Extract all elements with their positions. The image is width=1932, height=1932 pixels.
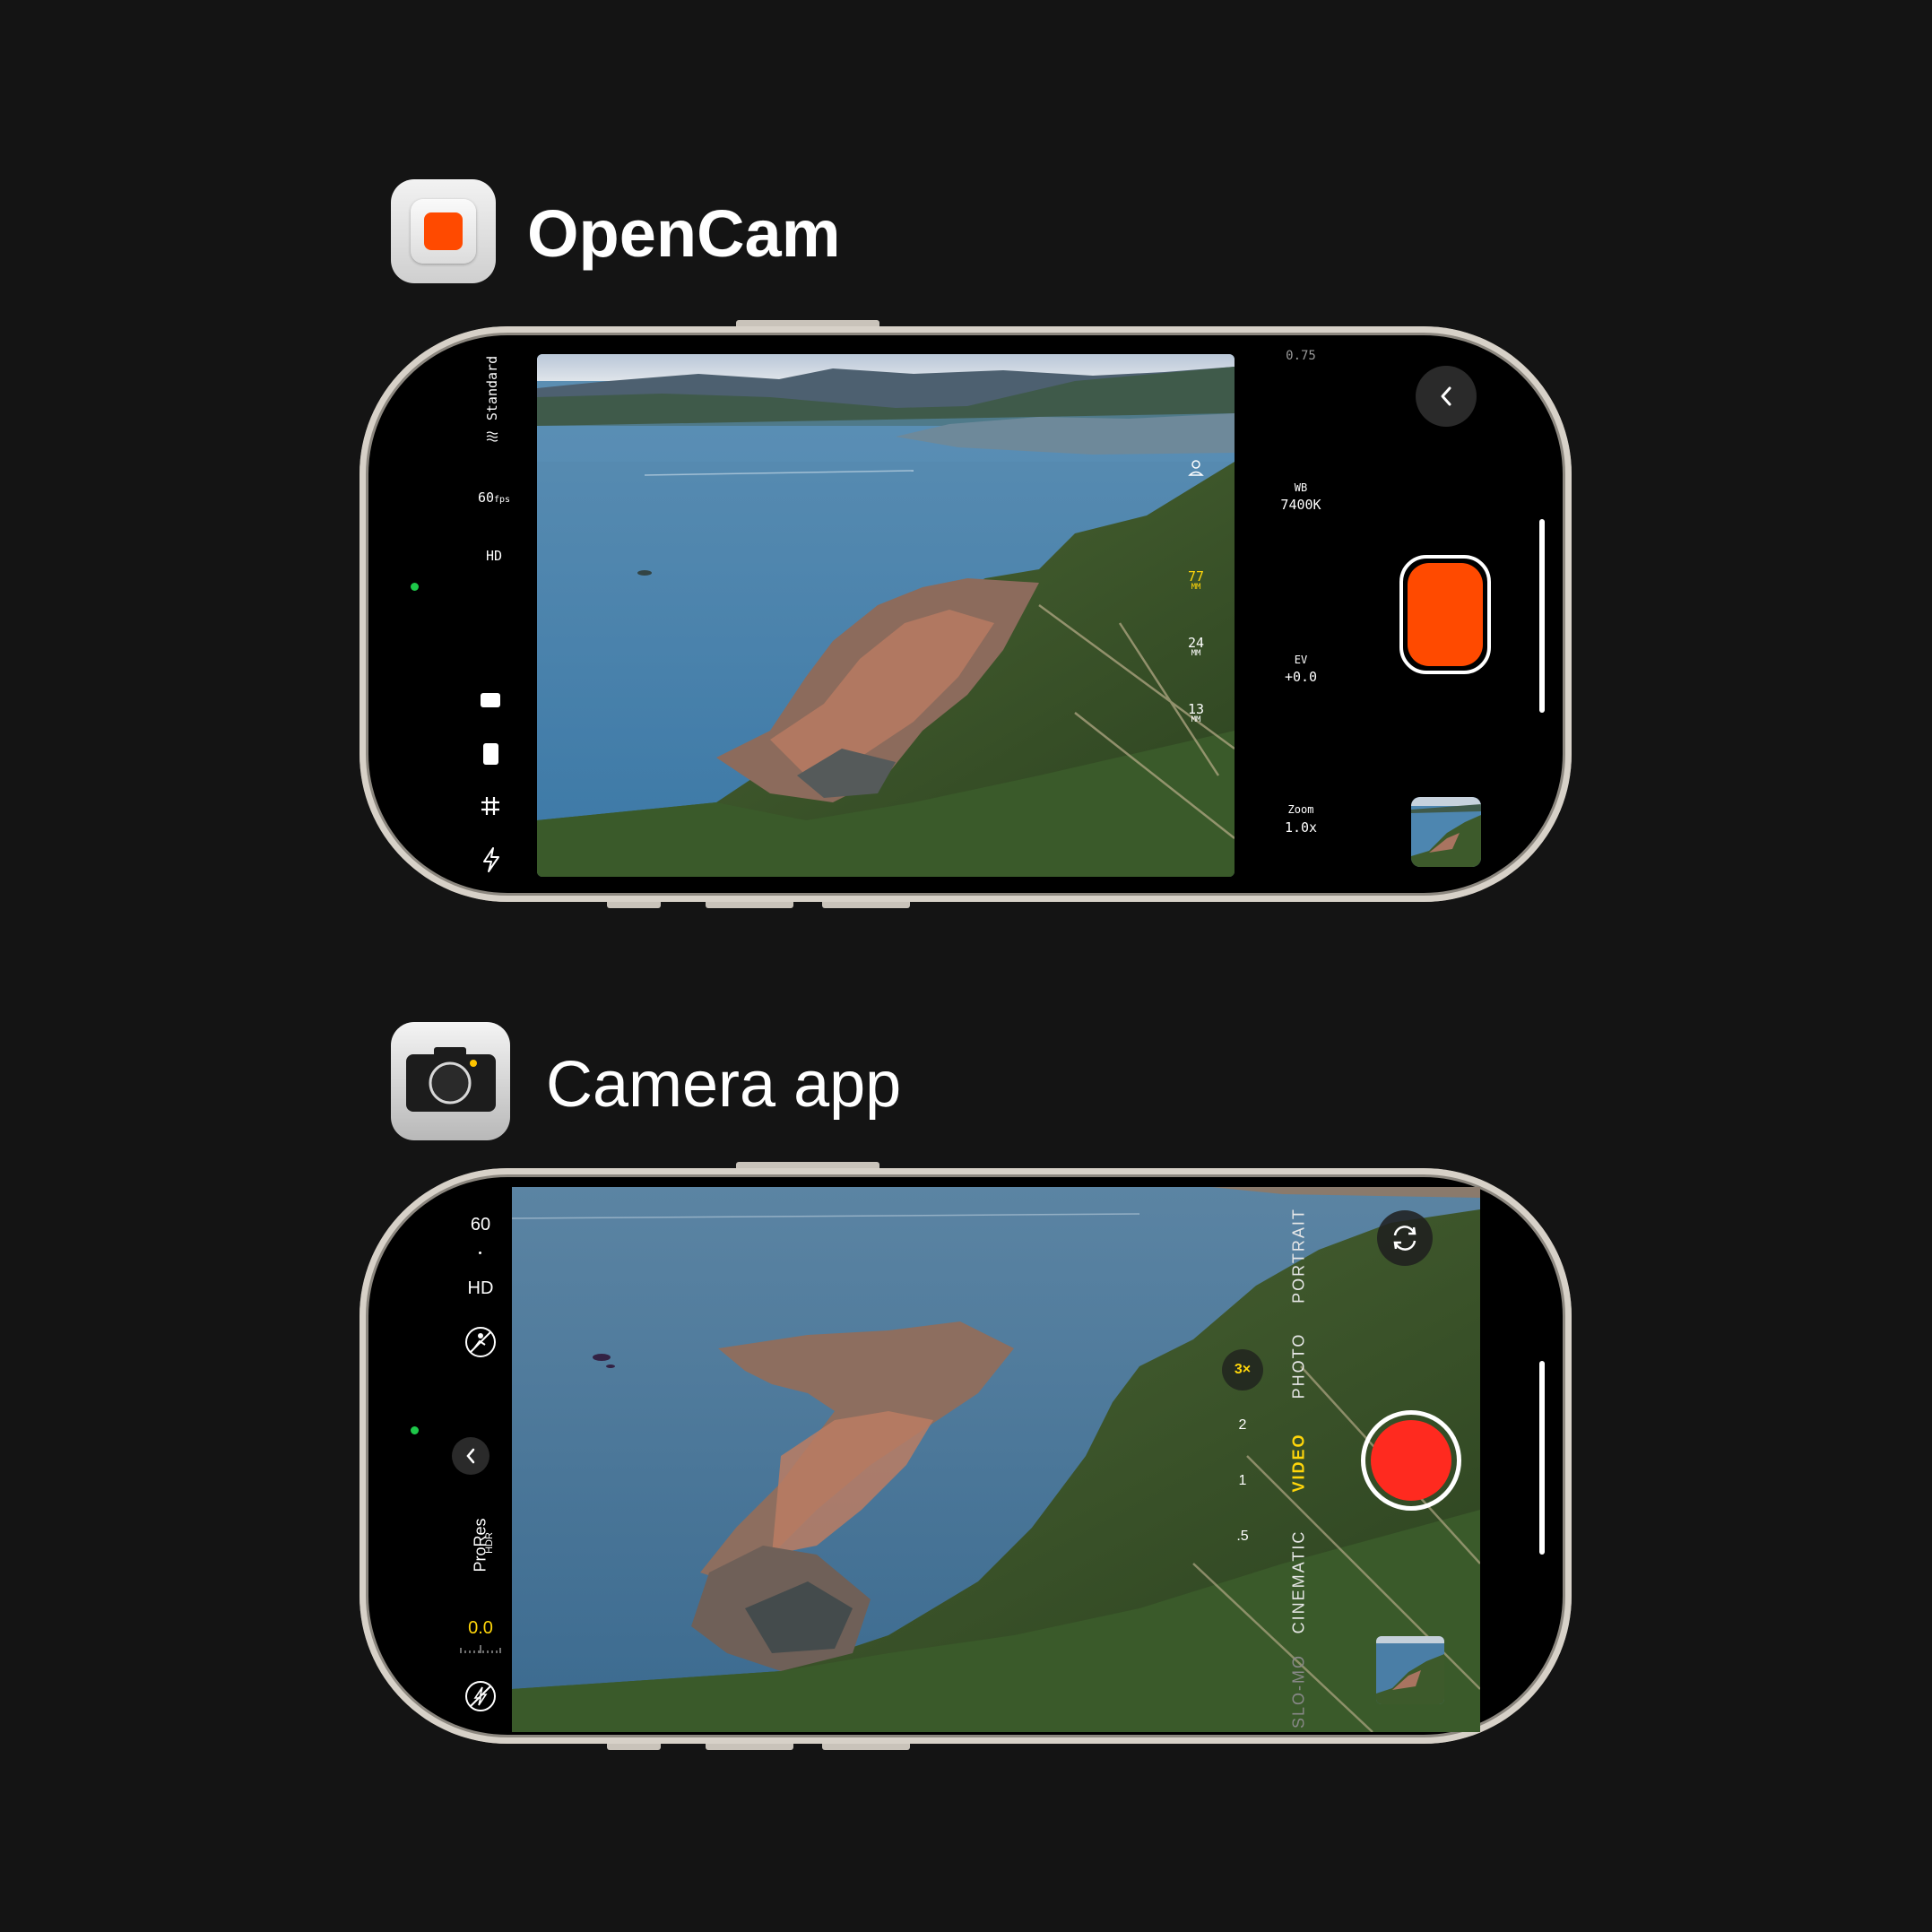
zoom-control[interactable]: Zoom 1.0x bbox=[1265, 801, 1337, 838]
last-photo-thumbnail[interactable] bbox=[1411, 797, 1481, 867]
chevron-left-icon bbox=[466, 1448, 475, 1464]
separator-dot bbox=[479, 1252, 481, 1254]
zoom-05x-button[interactable]: .5 bbox=[1222, 1516, 1263, 1557]
aspect-wide-icon[interactable] bbox=[481, 693, 500, 707]
flash-off-icon[interactable] bbox=[464, 1679, 498, 1718]
lens-24mm[interactable]: 24 MM bbox=[1180, 637, 1212, 658]
exposure-value[interactable]: 0.0 bbox=[454, 1618, 507, 1639]
camera-indicator-dot bbox=[411, 1426, 419, 1434]
mode-cinematic[interactable]: CINEMATIC bbox=[1290, 1511, 1309, 1654]
top-readout: 0.75 bbox=[1286, 349, 1316, 363]
chevron-left-icon bbox=[1441, 386, 1451, 406]
mode-photo[interactable]: PHOTO bbox=[1290, 1313, 1309, 1420]
camera-viewfinder[interactable] bbox=[512, 1187, 1480, 1732]
rotate-camera-icon bbox=[1393, 1226, 1417, 1251]
person-icon[interactable] bbox=[1188, 459, 1204, 481]
prores-hdr-toggle[interactable]: ProRes HDR bbox=[449, 1509, 512, 1581]
resolution-selector[interactable]: HD bbox=[467, 548, 521, 564]
aspect-tall-icon[interactable] bbox=[483, 743, 498, 765]
zoom-2x-button[interactable]: 2 bbox=[1222, 1405, 1263, 1446]
opencam-app-icon bbox=[391, 179, 496, 283]
fps-selector[interactable]: 60fps bbox=[467, 489, 521, 506]
last-photo-thumbnail[interactable] bbox=[1376, 1636, 1444, 1704]
opencam-viewfinder[interactable] bbox=[537, 354, 1235, 877]
exposure-control[interactable]: EV +0.0 bbox=[1265, 653, 1337, 687]
camera-indicator-dot bbox=[411, 583, 419, 591]
resolution-selector[interactable]: HD bbox=[454, 1278, 507, 1299]
preset-wave-icon bbox=[486, 430, 498, 447]
home-indicator bbox=[1539, 1361, 1545, 1555]
opencam-phone: Standard 60fps HD 77 MM 24 MM 13 MM 0.75… bbox=[360, 320, 1572, 908]
record-button[interactable] bbox=[1399, 555, 1491, 674]
fps-selector[interactable]: 60 bbox=[454, 1215, 507, 1235]
home-indicator bbox=[1539, 519, 1545, 713]
camera-app-icon bbox=[391, 1022, 510, 1140]
switch-camera-button[interactable] bbox=[1377, 1210, 1433, 1266]
lens-77mm[interactable]: 77 MM bbox=[1180, 570, 1212, 592]
zoom-1x-button[interactable]: 1 bbox=[1222, 1460, 1263, 1502]
preset-label[interactable]: Standard bbox=[465, 353, 519, 443]
collapse-button[interactable] bbox=[452, 1437, 489, 1475]
mode-portrait[interactable]: PORTRAIT bbox=[1290, 1202, 1309, 1310]
camera-app-title: Camera app bbox=[546, 1049, 902, 1121]
mode-video[interactable]: VIDEO bbox=[1290, 1409, 1309, 1517]
opencam-title: OpenCam bbox=[527, 196, 841, 271]
back-button[interactable] bbox=[1416, 366, 1477, 427]
record-button[interactable] bbox=[1361, 1410, 1461, 1511]
exposure-slider[interactable] bbox=[460, 1642, 501, 1653]
flash-icon[interactable] bbox=[481, 846, 501, 878]
action-mode-off-icon[interactable] bbox=[464, 1325, 498, 1364]
white-balance-control[interactable]: WB 7400K bbox=[1265, 481, 1337, 515]
zoom-3x-button[interactable]: 3× bbox=[1222, 1349, 1263, 1391]
grid-icon[interactable] bbox=[480, 795, 501, 821]
camera-app-phone: 60 HD ProRes HDR 0.0 3× 2 1 .5 PORTRAIT … bbox=[360, 1162, 1572, 1750]
lens-13mm[interactable]: 13 MM bbox=[1180, 703, 1212, 724]
mode-slo-mo[interactable]: SLO-MO bbox=[1290, 1638, 1309, 1746]
